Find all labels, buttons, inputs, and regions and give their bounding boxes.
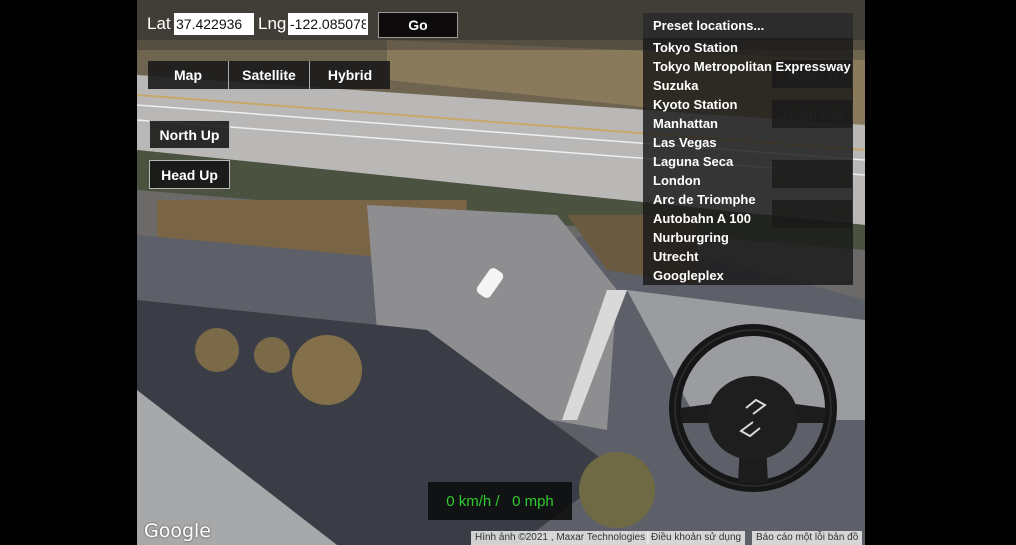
- preset-option[interactable]: Nurburgring: [643, 228, 853, 247]
- go-button[interactable]: Go: [378, 12, 458, 38]
- preset-option[interactable]: Googleplex: [643, 266, 853, 285]
- steering-wheel[interactable]: [668, 323, 838, 493]
- preset-placeholder[interactable]: Preset locations...: [643, 13, 853, 38]
- preset-locations-dropdown[interactable]: Preset locations... Tokyo Station Tokyo M…: [643, 13, 853, 285]
- lat-input[interactable]: [174, 13, 254, 35]
- preset-option[interactable]: Autobahn A 100: [643, 209, 853, 228]
- preset-option[interactable]: Tokyo Station: [643, 38, 853, 57]
- preset-option[interactable]: Manhattan: [643, 114, 853, 133]
- preset-option[interactable]: Tokyo Metropolitan Expressway: [643, 57, 853, 76]
- google-logo: Google: [144, 520, 212, 542]
- imagery-credit: Hình ảnh ©2021 , Maxar Technologies: [471, 531, 650, 545]
- report-error-link[interactable]: Báo cáo một lỗi bản đồ: [752, 531, 863, 545]
- satellite-map[interactable]: Lat Lng Go Map Satellite Hybrid North Up…: [137, 0, 865, 545]
- preset-option[interactable]: Kyoto Station: [643, 95, 853, 114]
- map-type-satellite[interactable]: Satellite: [228, 61, 309, 89]
- preset-option[interactable]: Utrecht: [643, 247, 853, 266]
- terms-link[interactable]: Điều khoản sử dụng: [647, 531, 746, 545]
- preset-option[interactable]: London: [643, 171, 853, 190]
- map-type-map[interactable]: Map: [148, 61, 228, 89]
- preset-option[interactable]: Arc de Triomphe: [643, 190, 853, 209]
- lng-label: Lng: [258, 14, 287, 33]
- speed-display: 0 km/h / 0 mph: [428, 482, 572, 520]
- map-type-hybrid[interactable]: Hybrid: [309, 61, 390, 89]
- north-up-button[interactable]: North Up: [149, 120, 230, 149]
- preset-option[interactable]: Laguna Seca: [643, 152, 853, 171]
- lat-label: Lat: [147, 14, 171, 33]
- lng-input[interactable]: [288, 13, 368, 35]
- map-type-control: Map Satellite Hybrid: [148, 61, 390, 89]
- preset-option[interactable]: Suzuka: [643, 76, 853, 95]
- head-up-button[interactable]: Head Up: [149, 160, 230, 189]
- preset-option[interactable]: Las Vegas: [643, 133, 853, 152]
